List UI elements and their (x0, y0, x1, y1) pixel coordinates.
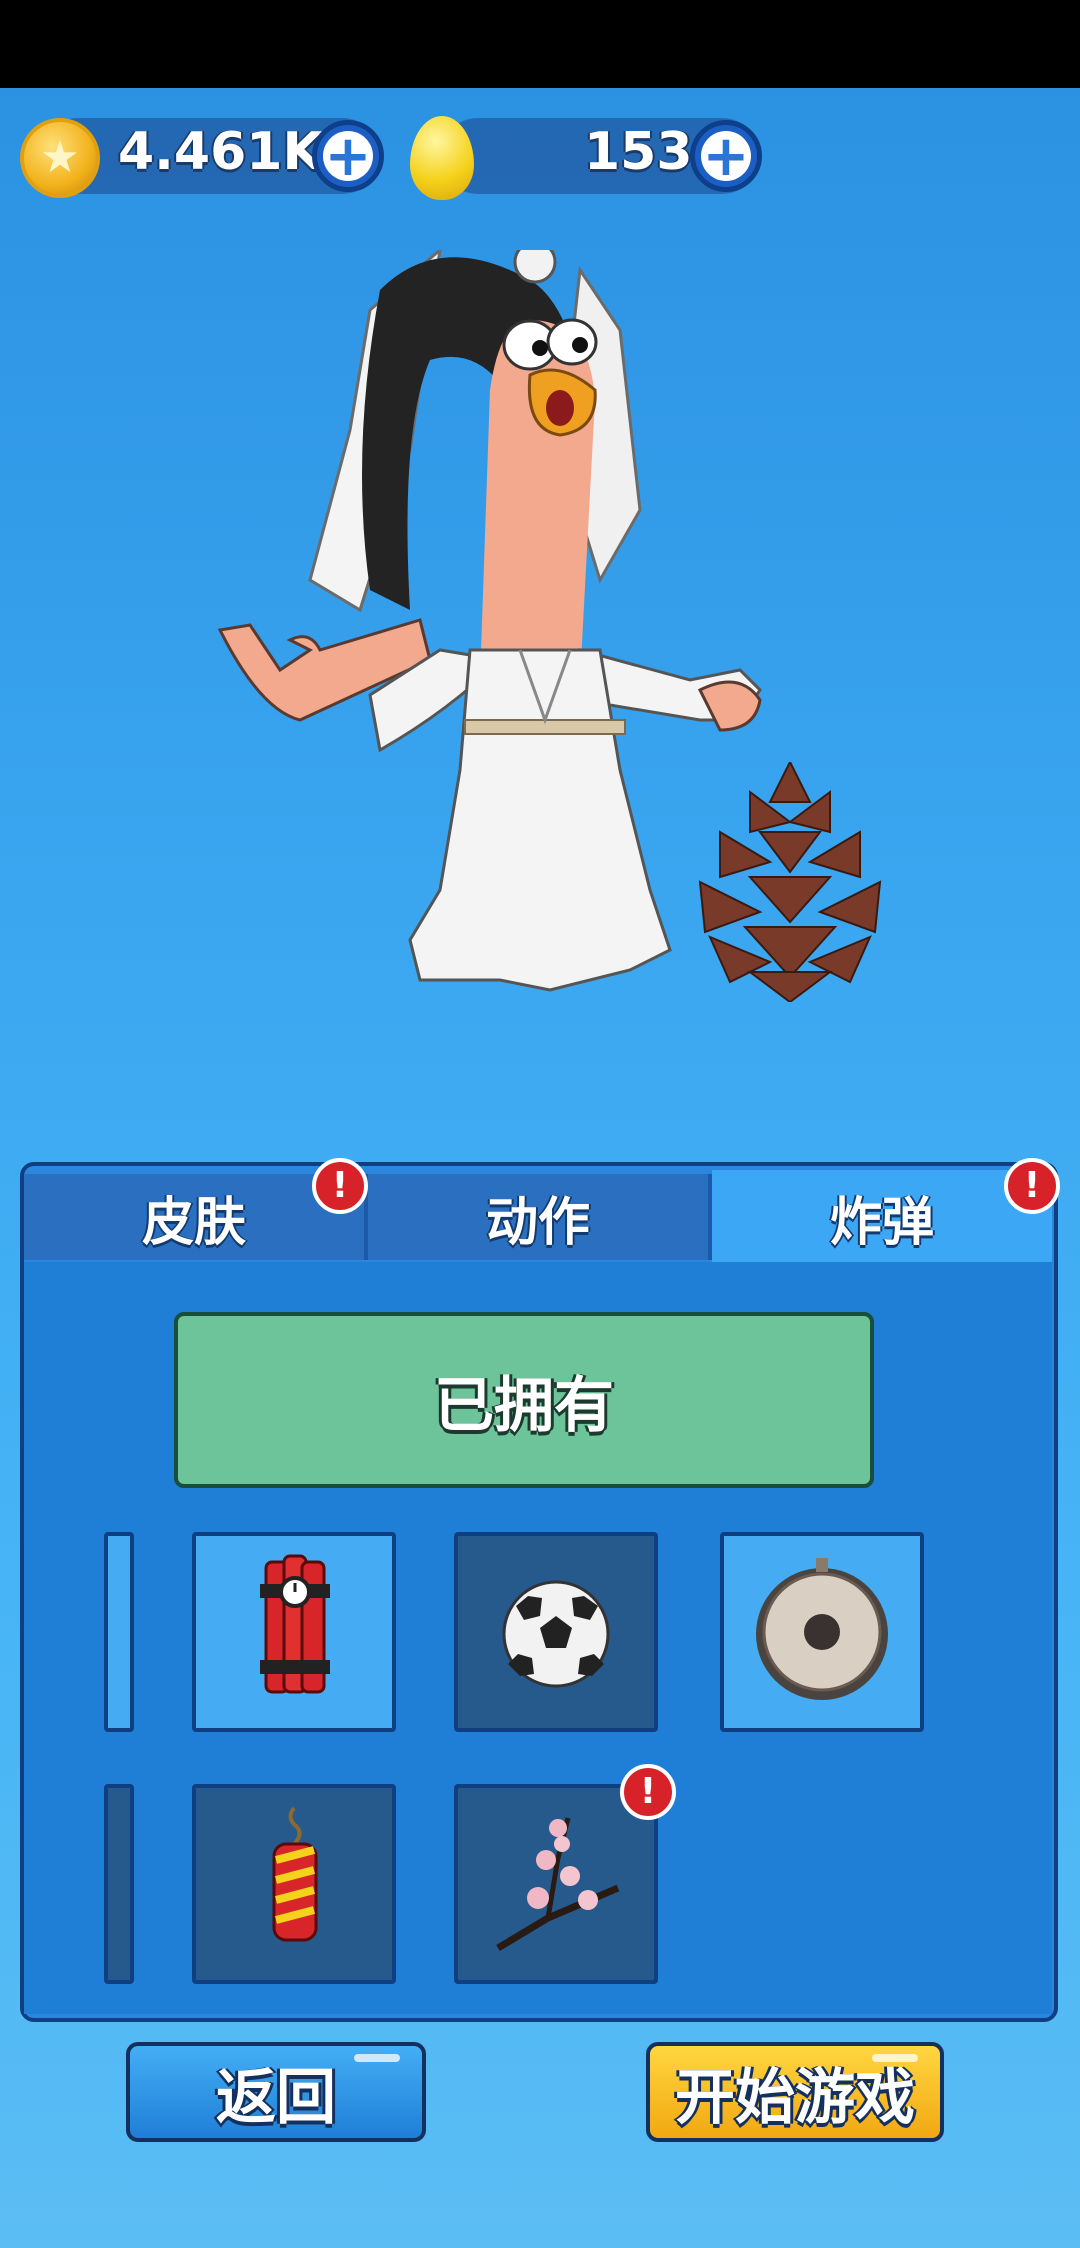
add-coins-button[interactable]: + (312, 120, 384, 192)
item-slot-partial-2[interactable] (104, 1784, 134, 1984)
tab-bombs[interactable]: 炸弹 (712, 1170, 1052, 1264)
item-slot-dynamite[interactable] (192, 1532, 396, 1732)
start-game-button-label: 开始游戏 (675, 2062, 915, 2133)
item-slot-partial[interactable] (104, 1532, 134, 1732)
back-button-label: 返回 (216, 2062, 336, 2133)
pine-cone-icon (698, 762, 882, 1002)
tab-skins-label: 皮肤 (141, 1192, 246, 1253)
back-button[interactable]: 返回 (126, 2042, 426, 2142)
category-tabs: 皮肤 动作 炸弹 (24, 1168, 1052, 1268)
tab-actions[interactable]: 动作 (368, 1174, 712, 1260)
add-eggs-button[interactable]: + (690, 120, 762, 192)
start-game-button[interactable]: 开始游戏 (646, 2042, 944, 2142)
item-slot-gong[interactable] (720, 1532, 924, 1732)
coin-amount: 4.461K (118, 122, 323, 182)
owned-status-button[interactable]: 已拥有 (174, 1312, 874, 1488)
gong-icon (756, 1558, 888, 1700)
plum-blossom-alert-badge: ! (620, 1764, 676, 1820)
owned-status-label: 已拥有 (434, 1370, 614, 1441)
tab-bombs-label: 炸弹 (829, 1192, 934, 1253)
hair-ornament-icon (513, 250, 557, 284)
skins-alert-badge: ! (312, 1158, 368, 1214)
bombs-alert-badge: ! (1004, 1158, 1060, 1214)
tab-actions-label: 动作 (485, 1192, 590, 1253)
item-slot-plum-blossom[interactable] (454, 1784, 658, 1984)
plum-blossom-branch-icon (496, 1817, 620, 1952)
star-coin-icon: ★ (20, 118, 100, 198)
item-slot-firecracker[interactable] (192, 1784, 396, 1984)
soccer-ball-icon (502, 1580, 610, 1688)
dynamite-bundle-icon (260, 1554, 330, 1694)
firecracker-icon (272, 1806, 318, 1942)
system-status-bar (0, 0, 1080, 88)
egg-amount: 153 (584, 122, 693, 182)
item-slot-soccer-ball[interactable] (454, 1532, 658, 1732)
